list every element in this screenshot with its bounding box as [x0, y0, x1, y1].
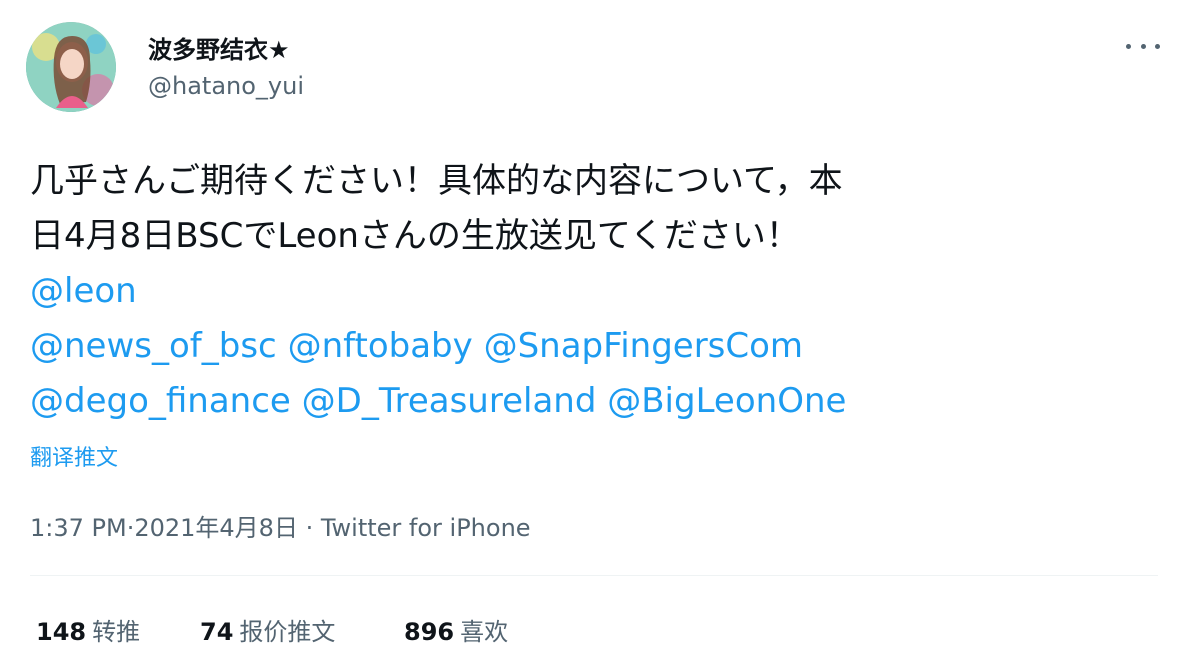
likes-label: 喜欢	[460, 618, 509, 646]
mentions-row: @leon	[30, 264, 1160, 319]
display-name[interactable]: 波多野结衣★	[148, 30, 290, 65]
mention-link[interactable]: @D_Treasureland	[302, 381, 597, 421]
dot	[1140, 43, 1146, 49]
tweet-stats: 148 转推 74 报价推文 896 喜欢	[36, 612, 508, 647]
mentions-row: @news_of_bsc @nftobaby @SnapFingersCom	[30, 319, 1160, 374]
tweet-line: 几乎さんご期待ください！具体的な内容について，本	[30, 161, 843, 201]
retweets-stat[interactable]: 148 转推	[36, 612, 200, 647]
more-options-icon[interactable]	[1126, 36, 1160, 56]
dot	[1155, 43, 1160, 49]
mention-link[interactable]: @news_of_bsc	[30, 326, 277, 366]
avatar-image	[26, 22, 116, 112]
mentions-row: @dego_finance @D_Treasureland @BigLeonOn…	[30, 374, 1160, 429]
meta-separator: ·	[297, 514, 321, 542]
tweet-text: 几乎さんご期待ください！具体的な内容について，本 日4月8日BSCでLeonさん…	[30, 154, 1160, 429]
mention-link[interactable]: @dego_finance	[30, 381, 291, 421]
mention-link[interactable]: @SnapFingersCom	[484, 326, 803, 366]
retweets-count: 148	[36, 618, 87, 646]
tweet-source[interactable]: Twitter for iPhone	[321, 514, 531, 542]
quotes-stat[interactable]: 74 报价推文	[200, 612, 404, 647]
likes-stat[interactable]: 896 喜欢	[404, 612, 508, 647]
likes-count: 896	[404, 618, 455, 646]
quotes-label: 报价推文	[239, 618, 336, 646]
mention-link[interactable]: @nftobaby	[288, 326, 473, 366]
retweets-label: 转推	[92, 618, 141, 646]
dot	[1126, 43, 1131, 49]
tweet-meta: 1:37 PM·2021年4月8日 · Twitter for iPhone	[30, 508, 531, 543]
tweet-timestamp[interactable]: 1:37 PM·2021年4月8日	[30, 514, 298, 542]
mention-link[interactable]: @BigLeonOne	[607, 381, 846, 421]
user-handle[interactable]: @hatano_yui	[148, 72, 304, 100]
tweet-line: 日4月8日BSCでLeonさんの生放送见てください！	[30, 216, 800, 256]
quotes-count: 74	[200, 618, 234, 646]
translate-tweet-link[interactable]: 翻译推文	[30, 440, 118, 472]
mention-link[interactable]: @leon	[30, 271, 137, 311]
avatar[interactable]	[26, 22, 116, 112]
divider	[30, 575, 1158, 576]
